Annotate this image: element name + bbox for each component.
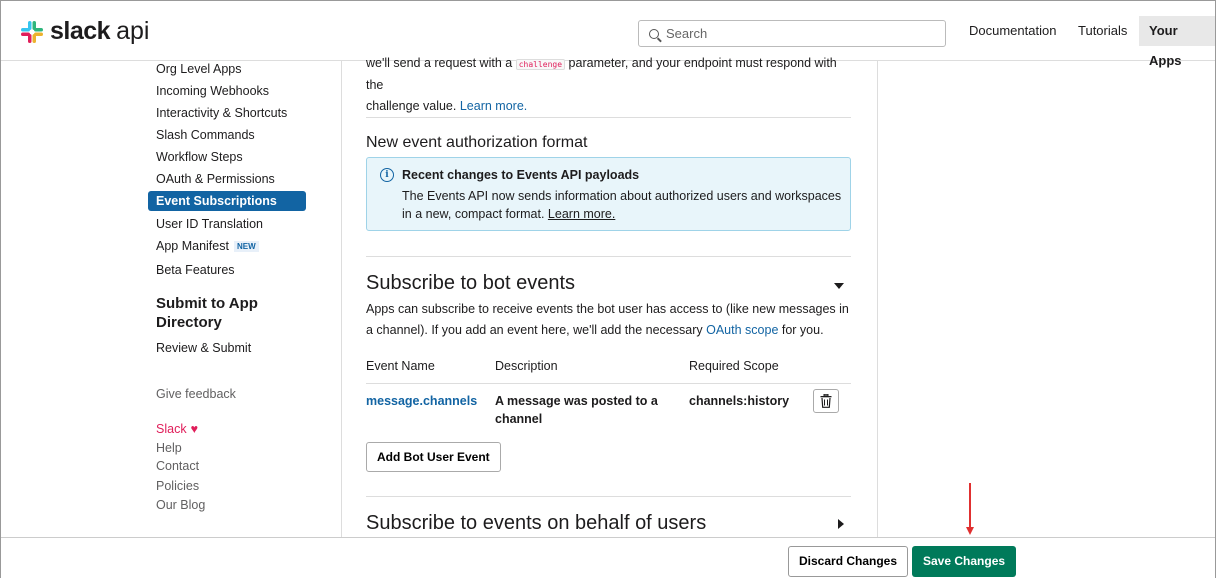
- search-icon: [649, 28, 659, 39]
- info-title: Recent changes to Events API payloads: [402, 168, 640, 182]
- save-changes-button[interactable]: Save Changes: [912, 546, 1017, 577]
- info-learn-more-link[interactable]: Learn more.: [548, 207, 615, 221]
- nav-tutorials[interactable]: Tutorials: [1078, 16, 1127, 46]
- search-input[interactable]: Search: [638, 20, 946, 47]
- expand-caret-icon[interactable]: [838, 519, 844, 529]
- sidebar-item-app-manifest[interactable]: App Manifest NEW: [156, 239, 259, 253]
- sidebar-item-user-id-translation[interactable]: User ID Translation: [156, 217, 263, 231]
- divider: [877, 61, 878, 537]
- blog-link[interactable]: Our Blog: [156, 498, 205, 512]
- info-body-text: The Events API now sends information abo…: [402, 189, 842, 221]
- event-scope: channels:history: [689, 394, 790, 408]
- user-events-heading: Subscribe to events on behalf of users: [366, 512, 707, 534]
- challenge-code: challenge: [515, 59, 566, 70]
- annotation-arrow: [969, 483, 971, 528]
- divider: [366, 117, 851, 118]
- discard-changes-button[interactable]: Discard Changes: [788, 546, 909, 577]
- table-header-event-name: Event Name: [366, 359, 435, 373]
- new-badge: NEW: [233, 241, 259, 253]
- intro-line2: challenge value.: [366, 99, 457, 113]
- heart-icon: ♥: [190, 422, 198, 436]
- divider: [341, 61, 342, 537]
- slack-logo-icon: [19, 19, 45, 45]
- submit-heading: Submit to App Directory: [156, 295, 258, 331]
- sidebar-item-review-submit[interactable]: Review & Submit: [156, 341, 251, 355]
- delete-event-button[interactable]: [813, 389, 839, 413]
- info-icon: i: [380, 168, 394, 182]
- sidebar-item-event-subscriptions[interactable]: Event Subscriptions: [148, 191, 306, 211]
- slack-link-label: Slack: [156, 422, 187, 436]
- sidebar-item-oauth[interactable]: OAuth & Permissions: [156, 172, 275, 186]
- slack-api-logo[interactable]: slack api: [19, 17, 149, 46]
- give-feedback-link[interactable]: Give feedback: [156, 387, 236, 401]
- info-callout: i Recent changes to Events API payloads …: [366, 157, 851, 231]
- oauth-scope-link[interactable]: OAuth scope: [706, 323, 778, 337]
- policies-link[interactable]: Policies: [156, 479, 199, 493]
- logo-text: slack: [50, 17, 111, 45]
- search-placeholder: Search: [666, 26, 708, 41]
- nav-your-apps[interactable]: Your Apps: [1139, 16, 1215, 68]
- bot-events-heading: Subscribe to bot events: [366, 272, 576, 294]
- sidebar-item-beta-features[interactable]: Beta Features: [156, 263, 235, 277]
- intro-text: we'll send a request with a: [366, 56, 513, 70]
- sidebar-item-slash-commands[interactable]: Slash Commands: [156, 128, 255, 142]
- slack-link[interactable]: Slack ♥: [156, 422, 198, 436]
- info-body: The Events API now sends information abo…: [402, 187, 842, 223]
- top-bar: slack api Search Documentation Tutorials…: [1, 1, 1215, 68]
- event-name-link[interactable]: message.channels: [366, 392, 477, 410]
- annotation-arrow-head: [966, 527, 974, 535]
- help-link[interactable]: Help: [156, 441, 182, 455]
- challenge-description: we'll send a request with a challenge pa…: [366, 53, 851, 117]
- learn-more-link[interactable]: Learn more.: [460, 99, 527, 113]
- sidebar-item-incoming-webhooks[interactable]: Incoming Webhooks: [156, 84, 269, 98]
- sidebar-item-label: App Manifest: [156, 239, 229, 253]
- event-description: A message was posted to a channel: [495, 394, 658, 426]
- table-header-description: Description: [495, 359, 558, 373]
- divider: [366, 496, 851, 497]
- contact-link[interactable]: Contact: [156, 459, 199, 473]
- sidebar-item-workflow-steps[interactable]: Workflow Steps: [156, 150, 243, 164]
- divider: [366, 256, 851, 257]
- bot-desc-text-end: for you.: [781, 323, 824, 337]
- auth-format-heading: New event authorization format: [366, 134, 588, 151]
- save-bar: [1, 537, 1215, 578]
- table-header-scope: Required Scope: [689, 359, 779, 373]
- add-bot-user-event-button[interactable]: Add Bot User Event: [366, 442, 501, 472]
- nav-documentation[interactable]: Documentation: [969, 16, 1056, 46]
- sidebar-item-org-level-apps[interactable]: Org Level Apps: [156, 62, 241, 76]
- collapse-caret-icon[interactable]: [834, 283, 844, 289]
- bot-events-description: Apps can subscribe to receive events the…: [366, 299, 851, 341]
- sidebar-item-interactivity[interactable]: Interactivity & Shortcuts: [156, 106, 287, 120]
- table-divider: [366, 383, 851, 384]
- logo-sub: api: [116, 17, 150, 45]
- trash-icon: [820, 394, 832, 408]
